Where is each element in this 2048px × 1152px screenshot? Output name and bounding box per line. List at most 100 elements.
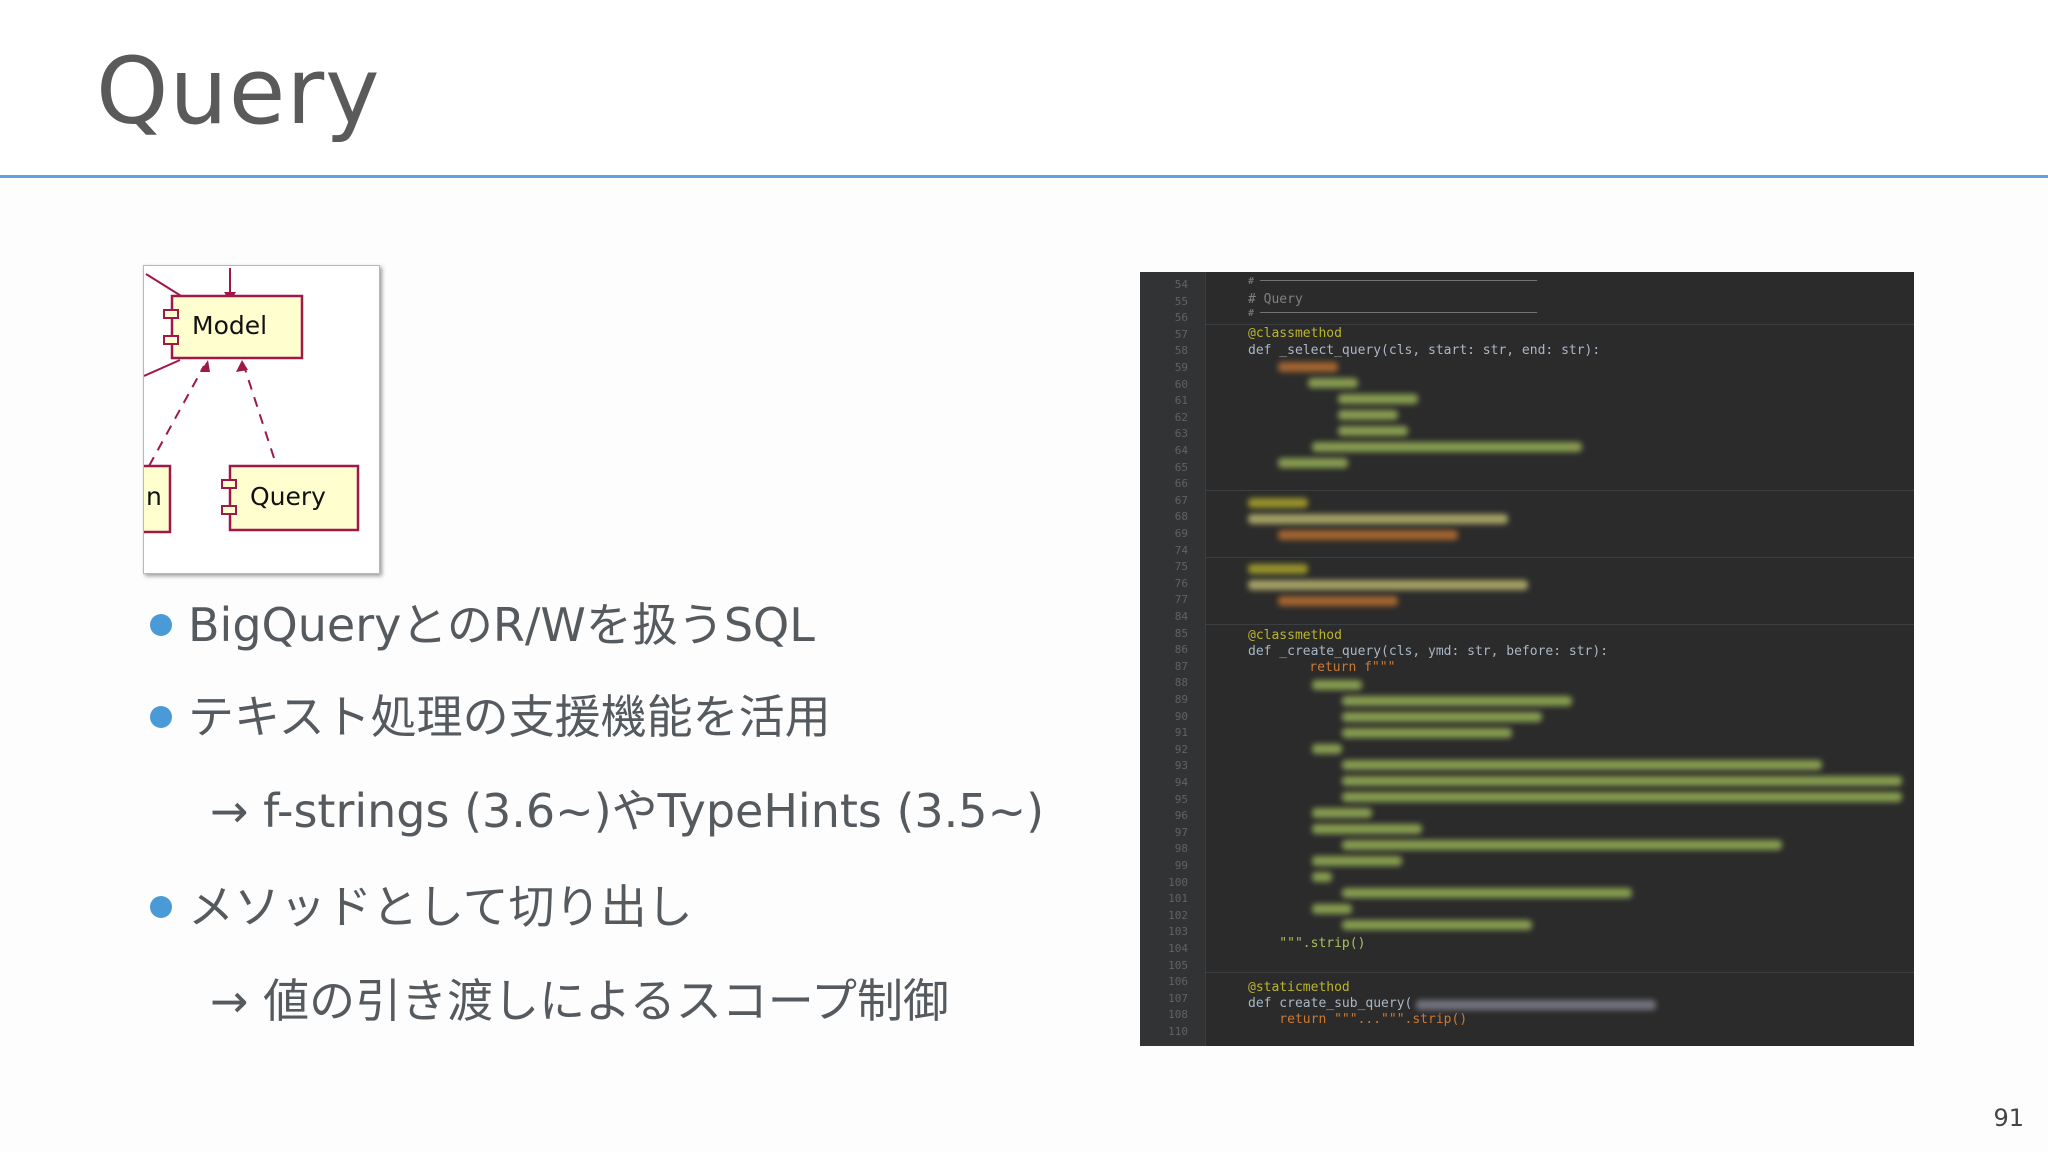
blurred-code xyxy=(1342,728,1512,738)
uml-query-label: Query xyxy=(250,482,326,511)
blurred-code xyxy=(1416,1000,1656,1010)
line-number: 94 xyxy=(1174,776,1188,789)
line-number: 105 xyxy=(1168,958,1188,972)
blurred-code xyxy=(1278,530,1458,540)
line-number: 92 xyxy=(1174,742,1188,756)
line-number: 66 xyxy=(1174,477,1188,491)
blurred-code xyxy=(1312,824,1422,834)
line-number: 103 xyxy=(1168,925,1188,939)
line-number: 56 xyxy=(1174,311,1188,325)
bullet-dot-icon xyxy=(150,706,172,728)
line-number: 69 xyxy=(1174,527,1188,540)
line-number: 61 xyxy=(1174,394,1188,408)
method-separator xyxy=(1206,624,1914,625)
line-number: 102 xyxy=(1168,908,1188,922)
blurred-code xyxy=(1248,564,1308,574)
bullet-item: テキスト処理の支援機能を活用 xyxy=(140,682,1080,752)
uml-partial-label: n xyxy=(146,482,162,511)
bullet-item: メソッドとして切り出し xyxy=(140,872,1080,942)
sub-bullet-text: → f-strings (3.6~)やTypeHints (3.5~) xyxy=(210,784,1045,838)
blurred-code xyxy=(1342,792,1902,802)
slide-title: Query xyxy=(96,38,381,145)
line-number: 110 xyxy=(1168,1025,1188,1038)
blurred-code xyxy=(1338,410,1398,420)
line-number: 100 xyxy=(1168,875,1188,889)
line-number: 57 xyxy=(1174,327,1188,341)
method-separator xyxy=(1206,557,1914,558)
sub-bullet-item: → f-strings (3.6~)やTypeHints (3.5~) xyxy=(140,776,1080,846)
blurred-code xyxy=(1308,378,1358,388)
blurred-code xyxy=(1312,680,1362,690)
blurred-code xyxy=(1312,904,1352,914)
line-number: 104 xyxy=(1168,942,1188,955)
code-line: return f""" xyxy=(1278,660,1396,675)
line-number: 60 xyxy=(1174,377,1188,391)
line-number: 74 xyxy=(1174,543,1188,557)
method-separator xyxy=(1206,490,1914,491)
line-number-gutter: 54 55 56 57 58 59 60 61 62 63 64 65 66 67 68 69 74 75 76 77… xyxy=(1140,272,1206,1046)
blurred-code xyxy=(1338,426,1408,436)
blurred-code xyxy=(1342,776,1902,786)
line-number: 86 xyxy=(1174,643,1188,657)
line-number: 99 xyxy=(1174,859,1188,872)
line-number: 101 xyxy=(1168,892,1188,906)
blurred-code xyxy=(1312,872,1332,882)
line-number: 63 xyxy=(1174,427,1188,441)
code-line: # ──────────────────────────────────────… xyxy=(1248,308,1537,319)
blurred-code xyxy=(1342,920,1532,930)
blurred-code xyxy=(1312,442,1582,452)
line-number: 108 xyxy=(1168,1008,1188,1022)
line-number: 76 xyxy=(1174,576,1188,590)
blurred-code xyxy=(1342,840,1782,850)
line-number: 88 xyxy=(1174,676,1188,690)
method-separator xyxy=(1206,972,1914,973)
bullet-text: メソッドとして切り出し xyxy=(188,880,693,934)
blurred-code xyxy=(1278,362,1338,372)
blurred-code xyxy=(1248,514,1508,524)
line-number: 93 xyxy=(1174,759,1188,773)
bullet-dot-icon xyxy=(150,896,172,918)
line-number: 62 xyxy=(1174,410,1188,424)
line-number: 95 xyxy=(1174,792,1188,806)
line-number: 68 xyxy=(1174,510,1188,524)
blurred-code xyxy=(1248,498,1308,508)
line-number: 75 xyxy=(1174,560,1188,574)
code-line: return """...""".strip() xyxy=(1248,1012,1468,1027)
code-screenshot: 54 55 56 57 58 59 60 61 62 63 64 65 66 67 68 69 74 75 76 77… xyxy=(1140,272,1914,1046)
blurred-code xyxy=(1342,712,1542,722)
code-line: # ──────────────────────────────────────… xyxy=(1248,276,1537,287)
blurred-code xyxy=(1342,696,1572,706)
code-line: def _select_query(cls, start: str, end: … xyxy=(1248,343,1601,358)
code-line: @classmethod xyxy=(1248,628,1342,643)
line-number: 67 xyxy=(1174,493,1188,507)
page-number: 91 xyxy=(1993,1104,2024,1132)
code-line: # Query xyxy=(1248,292,1303,307)
blurred-code xyxy=(1342,888,1632,898)
uml-model-label: Model xyxy=(192,311,268,340)
line-number: 96 xyxy=(1174,809,1188,823)
bullet-text: テキスト処理の支援機能を活用 xyxy=(188,690,831,744)
code-line: @classmethod xyxy=(1248,326,1342,341)
code-line: """.strip() xyxy=(1248,936,1366,951)
blurred-code xyxy=(1248,580,1528,590)
blurred-code xyxy=(1312,744,1342,754)
blurred-code xyxy=(1312,856,1402,866)
blurred-code xyxy=(1338,394,1418,404)
code-line: def create_sub_query( xyxy=(1248,996,1413,1011)
line-number: 107 xyxy=(1168,991,1188,1005)
line-number: 97 xyxy=(1174,825,1188,839)
uml-diagram-thumbnail: Model Query n xyxy=(143,265,380,574)
sub-bullet-item: → 値の引き渡しによるスコープ制御 xyxy=(140,966,1080,1036)
blurred-code xyxy=(1312,808,1372,818)
line-number: 91 xyxy=(1174,726,1188,740)
line-number: 58 xyxy=(1174,344,1188,358)
bullet-dot-icon xyxy=(150,614,172,636)
code-line: @staticmethod xyxy=(1248,980,1350,995)
code-line: def _create_query(cls, ymd: str, before:… xyxy=(1248,644,1609,659)
line-number: 87 xyxy=(1174,659,1188,673)
blurred-code xyxy=(1342,760,1822,770)
method-separator xyxy=(1206,324,1914,325)
bullet-text: BigQueryとのR/Wを扱うSQL xyxy=(188,598,815,652)
line-number: 85 xyxy=(1174,626,1188,640)
line-number: 106 xyxy=(1168,975,1188,989)
